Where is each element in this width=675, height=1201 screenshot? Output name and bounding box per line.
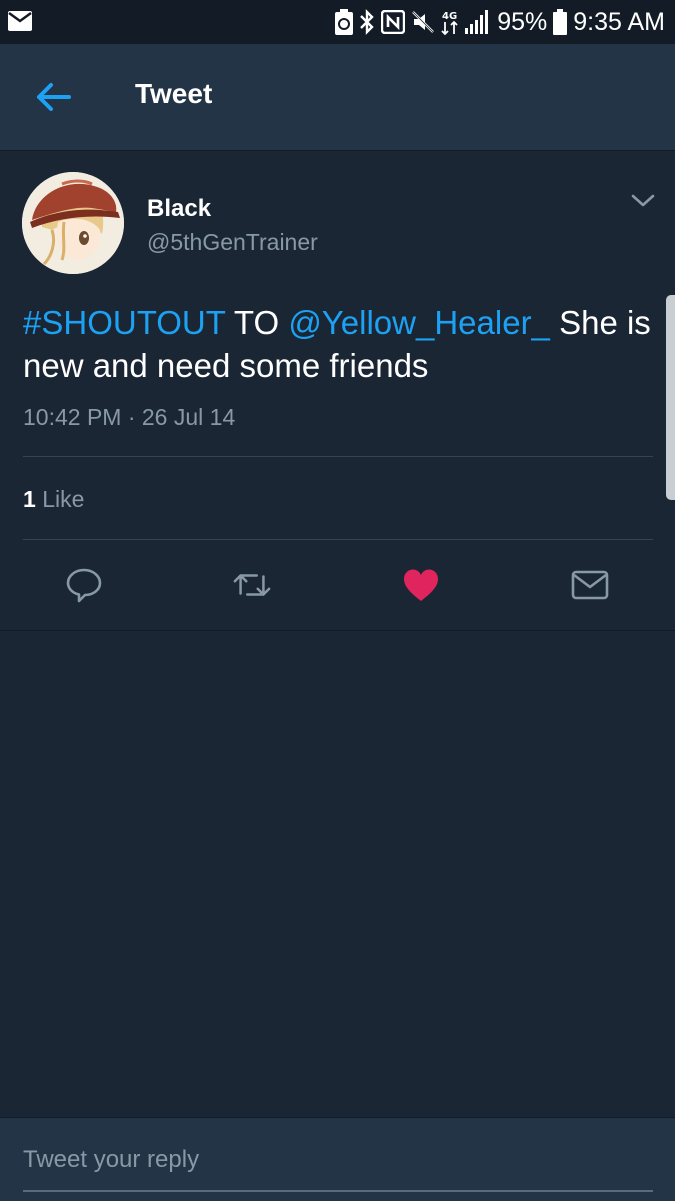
tweet-text: #SHOUTOUT TO @Yellow_Healer_ She is new … (23, 301, 663, 387)
mute-icon (411, 10, 435, 34)
likes-count-row[interactable]: 1 Like (23, 486, 84, 513)
display-name[interactable]: Black (147, 195, 211, 223)
hashtag-link[interactable]: #SHOUTOUT (23, 304, 225, 341)
scrollbar[interactable] (666, 295, 675, 500)
battery-icon (553, 9, 568, 35)
likes-label: Like (42, 486, 85, 512)
divider (23, 539, 653, 540)
like-button[interactable] (401, 565, 441, 605)
reply-button[interactable] (64, 565, 104, 605)
likes-count: 1 (23, 486, 36, 512)
svg-text:4G: 4G (442, 11, 457, 22)
reply-input-underline (23, 1190, 653, 1192)
nfc-icon (381, 10, 406, 34)
tweet-timestamp: 10:42 PM · 26 Jul 14 (23, 404, 236, 430)
back-button[interactable] (28, 76, 78, 118)
data-4g-icon: 4G (441, 8, 459, 36)
battery-saver-icon (335, 9, 354, 35)
retweet-icon (233, 574, 271, 596)
avatar[interactable] (22, 172, 124, 274)
heart-filled-icon (404, 569, 438, 601)
divider (23, 456, 653, 457)
tweet-detail: Black @5thGenTrainer #SHOUTOUT TO @Yello… (0, 151, 675, 631)
page-title: Tweet (135, 78, 213, 109)
share-via-dm-button[interactable] (570, 565, 610, 605)
reply-icon (66, 568, 102, 603)
mention-link[interactable]: @Yellow_Healer_ (288, 304, 550, 341)
mail-icon (571, 570, 609, 600)
mail-notification-icon (8, 11, 32, 36)
status-bar: 4G 95% 9:35 AM (0, 0, 675, 44)
retweet-button[interactable] (232, 565, 272, 605)
reply-input[interactable]: Tweet your reply (23, 1146, 199, 1174)
tweet-actions (0, 553, 675, 613)
chevron-down-icon (631, 194, 655, 207)
signal-strength-icon (465, 10, 491, 34)
reply-bar: Tweet your reply (0, 1117, 675, 1201)
battery-percentage: 95% (497, 7, 548, 36)
more-options-button[interactable] (630, 191, 656, 211)
bluetooth-icon (359, 9, 375, 35)
back-arrow-icon (37, 83, 71, 111)
clock: 9:35 AM (573, 7, 665, 36)
user-handle[interactable]: @5thGenTrainer (147, 229, 318, 256)
app-bar: Tweet (0, 44, 675, 151)
tweet-text-segment: TO (225, 304, 289, 341)
